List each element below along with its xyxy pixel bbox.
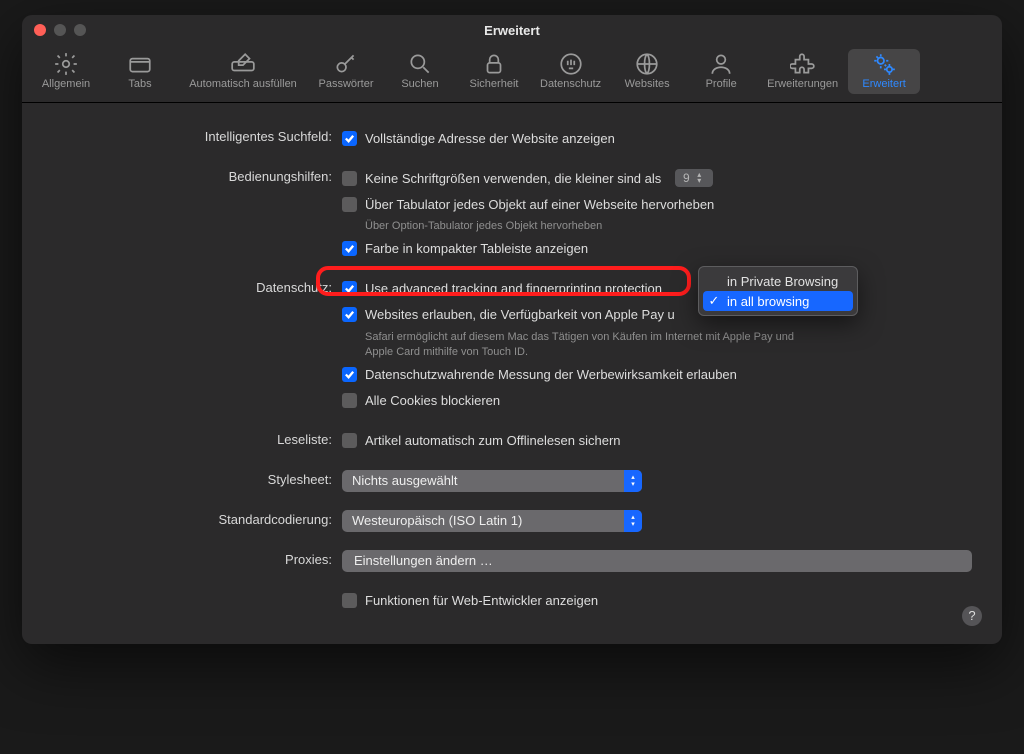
smart-search-label: Intelligentes Suchfeld:: [52, 127, 342, 144]
block-all-cookies-checkbox[interactable]: [342, 393, 357, 408]
globe-icon: [634, 53, 660, 75]
select-arrows-icon: ▴▾: [624, 470, 642, 492]
accessibility-label: Bedienungshilfen:: [52, 167, 342, 184]
pencil-field-icon: [230, 53, 256, 75]
lock-icon: [481, 53, 507, 75]
help-button[interactable]: ?: [962, 606, 982, 626]
reading-list-offline-label: Artikel automatisch zum Offlinelesen sic…: [365, 433, 621, 448]
ad-measurement-checkbox[interactable]: [342, 367, 357, 382]
tab-search[interactable]: Suchen: [384, 49, 456, 94]
ad-measurement-label: Datenschutzwahrende Messung der Werbewir…: [365, 367, 737, 382]
show-full-address-label: Vollständige Adresse der Website anzeige…: [365, 131, 615, 146]
tab-highlight-checkbox[interactable]: [342, 197, 357, 212]
search-icon: [407, 53, 433, 75]
encoding-label: Standardcodierung:: [52, 510, 342, 527]
select-arrows-icon: ▴▾: [624, 510, 642, 532]
tracking-scope-popup: in Private Browsing ✓ in all browsing: [698, 266, 858, 316]
reading-list-label: Leseliste:: [52, 430, 342, 447]
checkmark-icon: ✓: [707, 293, 721, 309]
popup-option-all[interactable]: ✓ in all browsing: [703, 291, 853, 311]
web-developer-label: Funktionen für Web-Entwickler anzeigen: [365, 593, 598, 608]
gear-icon: [53, 53, 79, 75]
hand-icon: [558, 53, 584, 75]
key-icon: [333, 53, 359, 75]
compact-tab-color-label: Farbe in kompakter Tableiste anzeigen: [365, 241, 588, 256]
tab-highlight-label: Über Tabulator jedes Objekt auf einer We…: [365, 197, 714, 212]
min-font-size-checkbox[interactable]: [342, 171, 357, 186]
min-font-size-stepper[interactable]: 9 ▴▾: [675, 169, 713, 187]
apple-pay-checkbox[interactable]: [342, 307, 357, 322]
puzzle-icon: [790, 53, 816, 75]
tab-passwords[interactable]: Passwörter: [310, 49, 382, 94]
tab-highlight-sublabel: Über Option-Tabulator jedes Objekt hervo…: [342, 219, 822, 234]
tab-security[interactable]: Sicherheit: [458, 49, 530, 94]
compact-tab-color-checkbox[interactable]: [342, 241, 357, 256]
proxies-settings-button[interactable]: Einstellungen ändern …: [342, 550, 972, 572]
web-developer-checkbox[interactable]: [342, 593, 357, 608]
titlebar: Erweitert: [22, 15, 1002, 45]
preferences-window: Erweitert Allgemein Tabs Automatisch aus…: [22, 15, 1002, 644]
show-full-address-checkbox[interactable]: [342, 131, 357, 146]
apple-pay-label: Websites erlauben, die Verfügbarkeit von…: [365, 307, 675, 322]
gears-icon: [871, 53, 897, 75]
advanced-tracking-checkbox[interactable]: [342, 281, 357, 296]
advanced-tracking-label: Use advanced tracking and fingerprinting…: [365, 281, 662, 296]
stepper-arrows-icon: ▴▾: [697, 172, 709, 184]
tab-advanced[interactable]: Erweitert: [848, 49, 920, 94]
tab-websites[interactable]: Websites: [611, 49, 683, 94]
preferences-toolbar: Allgemein Tabs Automatisch ausfüllen Pas…: [22, 45, 1002, 103]
stylesheet-select[interactable]: Nichts ausgewählt ▴▾: [342, 470, 642, 492]
block-all-cookies-label: Alle Cookies blockieren: [365, 393, 500, 408]
reading-list-offline-checkbox[interactable]: [342, 433, 357, 448]
encoding-select[interactable]: Westeuropäisch (ISO Latin 1) ▴▾: [342, 510, 642, 532]
privacy-label: Datenschutz:: [52, 278, 342, 295]
tab-tabs[interactable]: Tabs: [104, 49, 176, 94]
stylesheet-label: Stylesheet:: [52, 470, 342, 487]
tab-autofill[interactable]: Automatisch ausfüllen: [178, 49, 308, 94]
proxies-label: Proxies:: [52, 550, 342, 567]
content-area: Intelligentes Suchfeld: Vollständige Adr…: [22, 103, 1002, 644]
tab-extensions[interactable]: Erweiterungen: [759, 49, 846, 94]
min-font-size-label: Keine Schriftgrößen verwenden, die klein…: [365, 171, 661, 186]
window-title: Erweitert: [22, 23, 1002, 38]
popup-option-private[interactable]: in Private Browsing: [703, 271, 853, 291]
tab-profiles[interactable]: Profile: [685, 49, 757, 94]
apple-pay-sublabel: Safari ermöglicht auf diesem Mac das Tät…: [342, 330, 822, 360]
person-icon: [708, 53, 734, 75]
tab-general[interactable]: Allgemein: [30, 49, 102, 94]
tab-privacy[interactable]: Datenschutz: [532, 49, 609, 94]
tabs-icon: [127, 53, 153, 75]
